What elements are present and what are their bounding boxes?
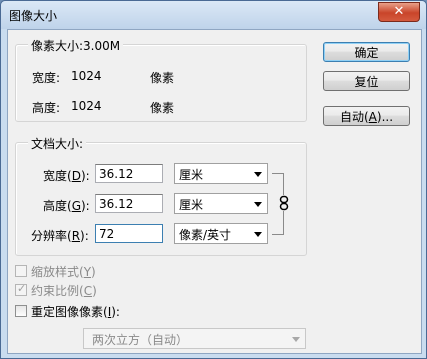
- pixel-height-unit: 像素: [150, 101, 175, 115]
- pixel-width-value: 1024: [71, 69, 102, 83]
- doc-height-label: 高度(G):: [43, 199, 90, 213]
- pixel-height-value: 1024: [71, 99, 102, 113]
- doc-width-unit: 厘米: [179, 168, 204, 182]
- chevron-down-icon: [254, 202, 262, 207]
- resolution-unit-select[interactable]: 像素/英寸: [174, 223, 268, 244]
- pixel-width-label: 宽度:: [32, 71, 61, 85]
- document-size-group: 文档大小: 宽度(D): 厘米 高度(G): 厘米 分辨率(R): 像素/英寸: [15, 135, 307, 256]
- resolution-input[interactable]: [95, 224, 163, 243]
- reset-button[interactable]: 复位: [323, 71, 410, 91]
- constrain-proportions-checkbox[interactable]: ✓: [15, 282, 27, 296]
- resample-method-value: 两次立方（自动）: [92, 333, 189, 347]
- ok-button[interactable]: 确定: [323, 42, 410, 62]
- chevron-down-icon: [254, 172, 262, 177]
- constrain-proportions-label: 约束比例(C): [31, 284, 97, 298]
- doc-width-input[interactable]: [95, 164, 163, 183]
- resolution-label: 分辨率(R):: [31, 229, 89, 243]
- close-icon: ✕: [393, 4, 405, 19]
- doc-width-label: 宽度(D):: [43, 169, 90, 183]
- chain-link-icon: [277, 195, 291, 211]
- auto-button-prefix: 自动(: [339, 110, 369, 124]
- dialog-content: 像素大小:3.00M 宽度: 1024 像素 高度: 1024 像素 确定 复位…: [7, 29, 422, 354]
- doc-height-unit: 厘米: [179, 198, 204, 212]
- auto-button-key: A: [368, 110, 377, 124]
- resample-checkbox[interactable]: [15, 305, 27, 317]
- pixel-dimensions-group: 像素大小:3.00M 宽度: 1024 像素 高度: 1024 像素: [15, 37, 307, 122]
- resample-label: 重定图像像素(I):: [31, 305, 120, 319]
- document-size-legend: 文档大小:: [28, 135, 87, 152]
- auto-button[interactable]: 自动(A)...: [323, 106, 410, 126]
- title-bar[interactable]: 图像大小 ✕: [1, 1, 426, 29]
- doc-width-unit-select[interactable]: 厘米: [174, 163, 268, 184]
- dialog-title: 图像大小: [9, 9, 58, 23]
- chevron-down-icon: [292, 337, 300, 342]
- doc-height-unit-select[interactable]: 厘米: [174, 193, 268, 214]
- scale-styles-label: 缩放样式(Y): [31, 265, 96, 279]
- chevron-down-icon: [254, 232, 262, 237]
- pixel-width-unit: 像素: [150, 71, 175, 85]
- resample-method-select[interactable]: 两次立方（自动）: [83, 328, 306, 349]
- resolution-unit: 像素/英寸: [179, 228, 232, 242]
- checkmark-icon: ✓: [17, 282, 27, 295]
- image-size-dialog: 图像大小 ✕ 像素大小:3.00M 宽度: 1024 像素 高度: 1024 像…: [0, 0, 427, 359]
- scale-styles-checkbox[interactable]: [15, 265, 27, 277]
- auto-button-suffix: )...: [376, 110, 394, 124]
- pixel-dimensions-legend: 像素大小:3.00M: [28, 37, 124, 54]
- doc-height-input[interactable]: [95, 194, 163, 213]
- pixel-height-label: 高度:: [32, 101, 61, 115]
- close-button[interactable]: ✕: [378, 2, 420, 22]
